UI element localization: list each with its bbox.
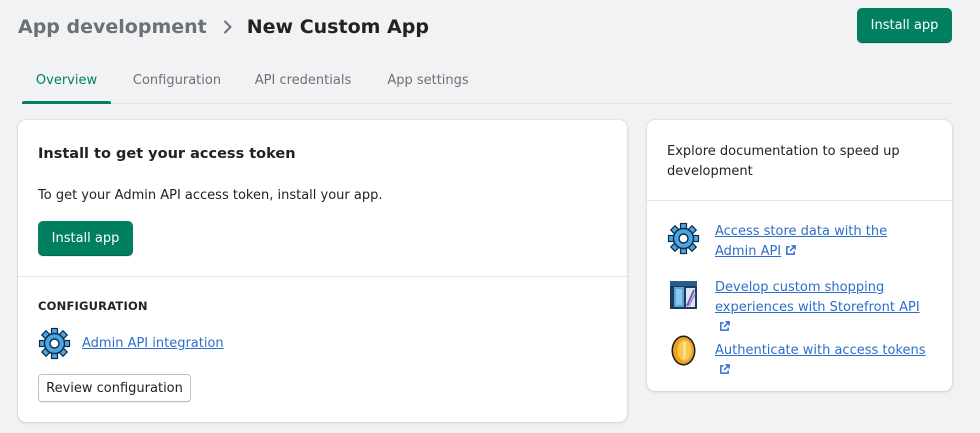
external-link-icon [786,245,796,255]
install-card: Install to get your access token To get … [18,120,627,422]
integration-row: Admin API integration [38,327,224,360]
gear-icon [667,222,700,255]
storefront-doc-link-wrap: Develop custom shopping experiences with… [715,278,930,338]
card-divider [647,200,952,201]
external-link-icon [720,321,730,331]
tab-app-settings[interactable]: App settings [378,58,478,102]
admin-api-doc-link[interactable]: Access store data with the Admin API [715,224,887,259]
doc-link-row: Authenticate with access tokens [667,334,935,381]
documentation-card: Explore documentation to speed up develo… [647,120,952,391]
install-app-button-header[interactable]: Install app [857,8,952,43]
storefront-api-doc-link[interactable]: Develop custom shopping experiences with… [715,280,920,315]
admin-api-doc-link-wrap: Access store data with the Admin API [715,222,930,262]
tab-configuration[interactable]: Configuration [122,58,232,102]
card-divider [18,276,627,277]
install-app-button[interactable]: Install app [38,221,133,256]
documentation-card-title: Explore documentation to speed up develo… [667,144,900,179]
install-card-title: Install to get your access token [38,146,296,162]
chevron-right-icon [223,20,233,34]
breadcrumb-parent[interactable]: App development [18,16,207,38]
page-title: New Custom App [246,16,429,38]
coin-icon [667,334,700,367]
gear-icon [38,327,71,360]
tab-api-credentials[interactable]: API credentials [248,58,358,102]
install-card-description: To get your Admin API access token, inst… [38,188,383,203]
tab-overview[interactable]: Overview [22,58,111,104]
tab-bar: Overview Configuration API credentials A… [22,58,952,104]
doc-link-row: Develop custom shopping experiences with… [667,278,930,338]
page-header: App development New Custom App [18,13,429,41]
doc-link-row: Access store data with the Admin API [667,222,930,262]
access-tokens-doc-link[interactable]: Authenticate with access tokens [715,343,926,358]
configuration-heading: CONFIGURATION [38,299,148,313]
review-configuration-button[interactable]: Review configuration [38,374,191,402]
admin-api-integration-link[interactable]: Admin API integration [82,336,224,351]
storefront-icon [667,278,700,311]
auth-doc-link-wrap: Authenticate with access tokens [715,334,935,381]
external-link-icon [720,364,730,374]
